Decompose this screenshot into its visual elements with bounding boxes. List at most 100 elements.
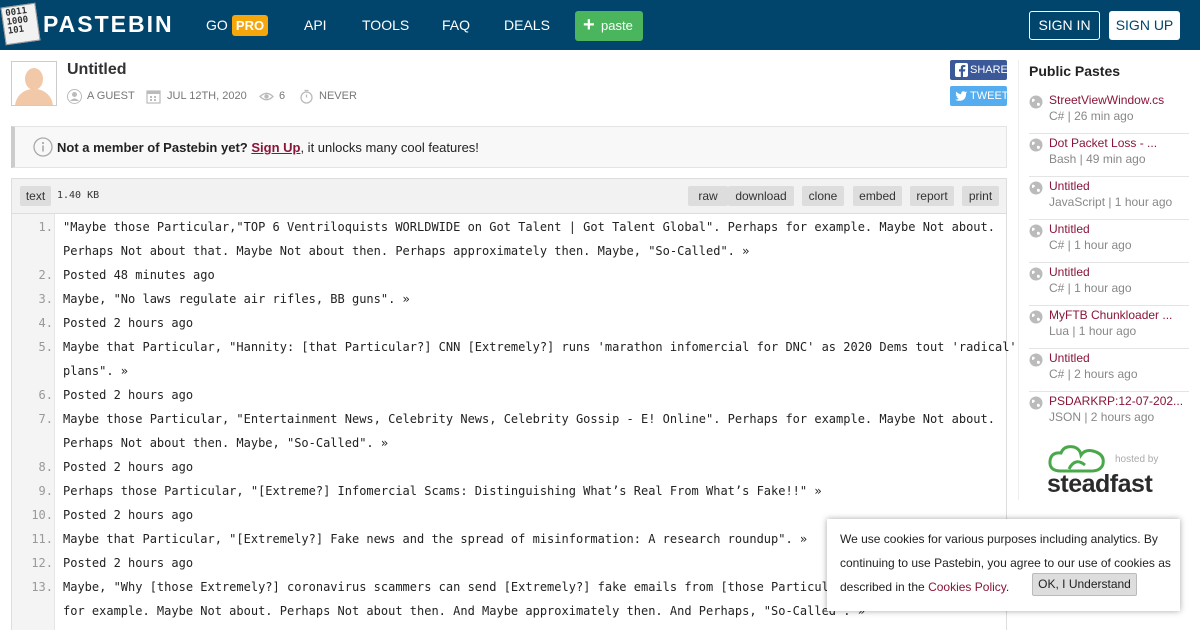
nav-faq[interactable]: FAQ (442, 17, 470, 33)
public-paste-title[interactable]: Untitled (1049, 351, 1090, 365)
globe-icon (1029, 181, 1043, 195)
public-paste-meta: C# | 2 hours ago (1049, 367, 1138, 381)
steadfast-wordmark[interactable]: steadfast (1047, 470, 1153, 499)
cookie-accept-button[interactable]: OK, I Understand (1032, 573, 1137, 596)
line-number: 1. (38, 220, 53, 234)
clone-button[interactable]: clone (802, 186, 844, 206)
nav-go[interactable]: GO (206, 17, 228, 33)
public-paste-item[interactable]: Dot Packet Loss - ... Bash | 49 min ago (1029, 134, 1189, 177)
globe-icon (1029, 138, 1043, 152)
code-line: Posted 2 hours ago (63, 460, 194, 474)
code-line: "Maybe those Particular,"TOP 6 Ventriloq… (63, 220, 995, 234)
public-paste-title[interactable]: Untitled (1049, 179, 1090, 193)
print-button[interactable]: print (962, 186, 999, 206)
cookie-message-end: . (1005, 580, 1010, 594)
code-toolbar: text 1.40 KB raw download clone embed re… (12, 179, 1006, 214)
public-paste-title[interactable]: StreetViewWindow.cs (1049, 93, 1164, 107)
code-line: Posted 2 hours ago (63, 556, 194, 570)
public-paste-item[interactable]: Untitled C# | 1 hour ago (1029, 263, 1189, 306)
public-paste-item[interactable]: MyFTB Chunkloader ... Lua | 1 hour ago (1029, 306, 1189, 349)
avatar (11, 61, 57, 106)
notice-rest: , it unlocks many cool features! (300, 140, 479, 155)
logo-digits-line: 101 (7, 24, 25, 37)
avatar-head (25, 68, 43, 90)
line-number: 10. (31, 508, 53, 522)
pastebin-logo-icon[interactable]: 0011 1000 101 (0, 2, 41, 46)
line-number-gutter: 1. 2. 3. 4. 5. 6. 7. 8. 9. 10. 11. 12. 1… (12, 214, 55, 630)
globe-icon (1029, 396, 1043, 410)
public-pastes-title: Public Pastes (1029, 63, 1121, 79)
tweet-label: TWEET (970, 90, 1009, 102)
report-button[interactable]: report (910, 186, 954, 206)
raw-button[interactable]: raw (688, 186, 728, 206)
sign-up-button[interactable]: SIGN UP (1109, 11, 1180, 40)
public-paste-meta: Bash | 49 min ago (1049, 152, 1146, 166)
line-number: 6. (38, 388, 53, 402)
cookies-policy-link[interactable]: Cookies Policy (928, 580, 1006, 594)
top-navigation-bar: 0011 1000 101 PASTEBIN GO PRO API TOOLS … (0, 0, 1200, 50)
pro-badge[interactable]: PRO (232, 15, 268, 36)
stopwatch-icon (300, 89, 313, 104)
nav-api[interactable]: API (304, 17, 327, 33)
code-line: Perhaps Not about then. Maybe, "So-Calle… (63, 436, 389, 450)
public-paste-title[interactable]: Untitled (1049, 222, 1090, 236)
twitter-tweet-button[interactable]: TWEET (950, 86, 1009, 106)
code-line: Posted 2 hours ago (63, 316, 194, 330)
public-paste-meta: C# | 1 hour ago (1049, 238, 1132, 252)
line-number: 2. (38, 268, 53, 282)
public-paste-title[interactable]: Dot Packet Loss - ... (1049, 136, 1157, 150)
logo-wordmark[interactable]: PASTEBIN (43, 11, 174, 38)
public-paste-item[interactable]: Untitled JavaScript | 1 hour ago (1029, 177, 1189, 220)
facebook-icon (955, 63, 968, 77)
nav-tools[interactable]: TOOLS (362, 17, 409, 33)
new-paste-label: paste (601, 18, 633, 33)
public-paste-title[interactable]: PSDARKRP:12-07-202... (1049, 394, 1183, 408)
public-paste-item[interactable]: StreetViewWindow.cs C# | 26 min ago (1029, 91, 1189, 134)
download-button[interactable]: download (728, 186, 794, 206)
info-icon (33, 137, 53, 157)
public-paste-item[interactable]: Untitled C# | 1 hour ago (1029, 220, 1189, 263)
user-icon (67, 89, 82, 104)
line-number: 4. (38, 316, 53, 330)
public-paste-meta: C# | 26 min ago (1049, 109, 1134, 123)
line-number: 7. (38, 412, 53, 426)
public-paste-item[interactable]: Untitled C# | 2 hours ago (1029, 349, 1189, 392)
line-number: 8. (38, 460, 53, 474)
code-line: Maybe that Particular, "[Extremely?] Fak… (63, 532, 808, 546)
signup-notice: Not a member of Pastebin yet? Sign Up, i… (11, 126, 1007, 168)
paste-author[interactable]: A GUEST (87, 90, 135, 102)
code-line: plans". » (63, 364, 129, 378)
public-paste-title[interactable]: MyFTB Chunkloader ... (1049, 308, 1172, 322)
globe-icon (1029, 310, 1043, 324)
notice-text: Not a member of Pastebin yet? Sign Up, i… (57, 140, 479, 155)
globe-icon (1029, 95, 1043, 109)
code-line: Maybe, "No laws regulate air rifles, BB … (63, 292, 410, 306)
code-line: Maybe those Particular, "Entertainment N… (63, 412, 995, 426)
twitter-icon (955, 91, 968, 101)
paste-expiration: NEVER (319, 90, 357, 102)
nav-deals[interactable]: DEALS (504, 17, 550, 33)
notice-lead: Not a member of Pastebin yet? (57, 140, 248, 155)
public-paste-meta: Lua | 1 hour ago (1049, 324, 1137, 338)
notice-signup-link[interactable]: Sign Up (251, 140, 300, 155)
hosted-by-label: hosted by (1115, 454, 1159, 465)
calendar-icon (146, 90, 161, 104)
code-line: Perhaps Not about that. Maybe Not about … (63, 244, 750, 258)
line-number: 9. (38, 484, 53, 498)
new-paste-button[interactable]: + paste (575, 11, 643, 41)
code-line: Perhaps those Particular, "[Extreme?] In… (63, 484, 822, 498)
public-paste-meta: JSON | 2 hours ago (1049, 410, 1155, 424)
paste-views: 6 (279, 90, 286, 102)
public-paste-meta: JavaScript | 1 hour ago (1049, 195, 1173, 209)
code-line: Posted 2 hours ago (63, 508, 194, 522)
public-paste-item[interactable]: PSDARKRP:12-07-202... JSON | 2 hours ago (1029, 392, 1189, 435)
share-label: SHARE (970, 64, 1008, 76)
embed-button[interactable]: embed (853, 186, 902, 206)
paste-date: JUL 12TH, 2020 (167, 90, 247, 102)
eye-icon (259, 92, 274, 101)
facebook-share-button[interactable]: SHARE (950, 60, 1008, 80)
syntax-badge[interactable]: text (20, 186, 51, 206)
globe-icon (1029, 224, 1043, 238)
public-paste-title[interactable]: Untitled (1049, 265, 1090, 279)
sign-in-button[interactable]: SIGN IN (1029, 11, 1100, 40)
